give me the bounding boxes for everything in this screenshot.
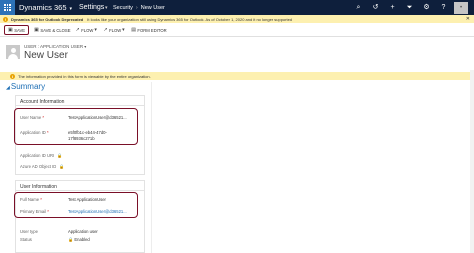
chevron-down-icon: ▾ [84, 44, 87, 49]
info-icon: i [10, 73, 15, 79]
form-editor-button[interactable]: ▤ FORM EDITOR [131, 27, 166, 33]
app-brand[interactable]: Dynamics 365 ▾ [15, 3, 79, 12]
flow-button[interactable]: ↗ FLOW ▾ [76, 27, 99, 33]
chevron-down-icon: ▾ [69, 6, 73, 12]
brand-label: Dynamics 365 [19, 3, 67, 12]
avatar[interactable]: • [454, 1, 468, 14]
user-avatar [6, 45, 20, 59]
flow-button-2[interactable]: ↗ FLOW ▾ [103, 27, 126, 33]
info-message: The information provided in this form is… [18, 73, 151, 79]
save-label: SAVE [14, 27, 26, 33]
warning-icon: ! [3, 16, 8, 22]
flow-icon: ↗ [103, 27, 108, 33]
form-editor-label: FORM EDITOR [137, 27, 167, 33]
breadcrumb-new-user: New User [140, 4, 165, 11]
area-label[interactable]: Settings [79, 4, 105, 11]
entity-form-selector[interactable]: USER : APPLICATION USER▾ [24, 44, 86, 49]
scrollbar[interactable] [470, 70, 474, 253]
top-nav-bar: Dynamics 365 ▾ Settings ▾ Security › New … [0, 0, 474, 15]
breadcrumb-separator: › [135, 4, 138, 11]
account-information-heading: Account Information [16, 96, 144, 106]
close-icon[interactable]: ✕ [466, 16, 470, 22]
save-close-icon: ▣ [34, 27, 39, 33]
column-divider [151, 82, 152, 253]
lock-icon: 🔒 [68, 237, 74, 242]
help-icon[interactable]: ? [435, 0, 452, 15]
highlight-box-user [14, 192, 138, 218]
search-icon[interactable]: ⌕ [350, 0, 367, 15]
azure-ad-object-id-row: Azure AD Object ID 🔒 [20, 164, 65, 170]
chevron-down-icon[interactable]: ▾ [105, 5, 113, 11]
command-bar: ▣ SAVE ▣ SAVE & CLOSE ↗ FLOW ▾ ↗ FLOW ▾ ▤ FORM … [0, 24, 474, 37]
breadcrumb-security[interactable]: Security [113, 5, 133, 11]
user-information-heading: User Information [16, 181, 144, 191]
chevron-down-icon: ▾ [122, 27, 125, 33]
top-icons: ⌕ ↺ + ⏷ ⚙ ? • [350, 0, 468, 15]
form-header: USER : APPLICATION USER▾ New User [0, 38, 474, 69]
add-icon[interactable]: + [384, 0, 401, 15]
status-row: Status 🔒 Enabled [20, 237, 90, 243]
user-type-row: User type Application user [20, 229, 98, 234]
summary-title: Summary [10, 82, 46, 91]
user-type-value: Application user [68, 229, 98, 234]
gear-icon[interactable]: ⚙ [418, 0, 435, 15]
azure-ad-object-id-label: Azure AD Object ID [20, 164, 57, 169]
entity-label: USER : APPLICATION USER [24, 44, 84, 49]
page-title: New User [24, 50, 68, 61]
save-close-label: SAVE & CLOSE [40, 27, 71, 33]
flow-label: FLOW [81, 27, 94, 33]
chevron-down-icon: ◢ [6, 85, 10, 91]
save-button[interactable]: ▣ SAVE [4, 25, 30, 35]
application-id-uri-label: Application ID URI [20, 153, 55, 158]
lock-icon: 🔒 [57, 153, 63, 158]
notification-message: It looks like your organization still us… [87, 16, 293, 22]
chevron-down-icon: ▾ [94, 27, 97, 33]
flow-icon: ↗ [75, 27, 80, 33]
form-editor-icon: ▤ [131, 27, 136, 33]
save-close-button[interactable]: ▣ SAVE & CLOSE [34, 27, 70, 33]
breadcrumb: Security › New User [113, 5, 165, 11]
lock-icon: 🔒 [59, 164, 65, 169]
app-launcher-icon[interactable] [0, 0, 15, 15]
application-id-uri-row: Application ID URI 🔒 [20, 153, 62, 159]
save-icon: ▣ [8, 27, 13, 33]
status-value: 🔒 Enabled [68, 237, 90, 242]
status-label: Status [20, 237, 32, 242]
filter-icon[interactable]: ⏷ [401, 0, 418, 15]
flow-label-2: FLOW [109, 27, 122, 33]
highlight-box-account [14, 108, 138, 145]
summary-section-toggle[interactable]: ◢Summary [6, 82, 45, 91]
history-icon[interactable]: ↺ [367, 0, 384, 15]
user-type-label: User type [20, 229, 38, 234]
deprecation-notification: ! Dynamics 365 for Outlook Deprecated It… [0, 15, 474, 23]
info-banner: i The information provided in this form … [0, 72, 474, 80]
notification-title: Dynamics 365 for Outlook Deprecated [11, 16, 84, 22]
